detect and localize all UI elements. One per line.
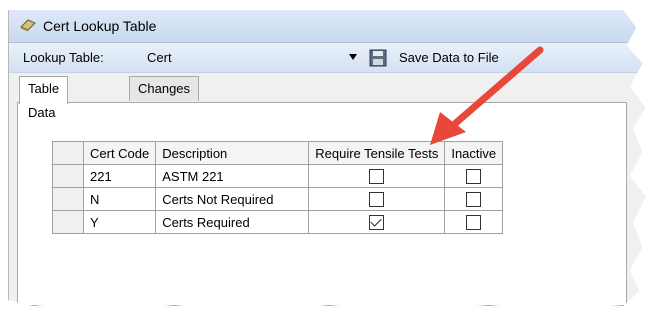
row-header[interactable] xyxy=(52,187,84,211)
require-tensile-checkbox[interactable] xyxy=(369,169,385,185)
row-header[interactable] xyxy=(52,210,84,234)
tab-changes[interactable]: Changes xyxy=(129,76,200,101)
require-tensile-cell[interactable] xyxy=(308,210,446,234)
grid-header-row: Cert Code Description Require Tensile Te… xyxy=(52,141,504,165)
table-data-panel: Cert Code Description Require Tensile Te… xyxy=(17,102,627,306)
require-tensile-cell[interactable] xyxy=(308,164,446,188)
table-row[interactable]: N Certs Not Required xyxy=(52,187,504,211)
title-bar: Cert Lookup Table xyxy=(9,10,646,43)
inactive-checkbox[interactable] xyxy=(466,192,482,208)
inactive-checkbox[interactable] xyxy=(466,215,482,231)
inactive-cell[interactable] xyxy=(444,210,504,234)
row-header-corner xyxy=(52,141,84,165)
require-tensile-cell[interactable] xyxy=(308,187,446,211)
tab-table-data[interactable]: Table Data xyxy=(19,76,69,120)
inactive-cell[interactable] xyxy=(444,187,504,211)
lookup-table-label: Lookup Table: xyxy=(23,50,104,65)
save-icon[interactable] xyxy=(369,49,387,67)
cert-code-cell[interactable]: N xyxy=(82,187,157,211)
save-data-button[interactable]: Save Data to File xyxy=(399,50,499,65)
cert-code-cell[interactable]: 221 xyxy=(82,164,157,188)
column-header-require-tensile-tests[interactable]: Require Tensile Tests xyxy=(308,141,446,165)
require-tensile-checkbox[interactable] xyxy=(369,215,385,231)
lookup-table-select[interactable]: Cert xyxy=(147,50,172,65)
row-header[interactable] xyxy=(52,164,84,188)
toolbar: Lookup Table: Cert Save Data to File xyxy=(9,44,646,73)
column-header-description[interactable]: Description xyxy=(155,141,310,165)
table-row[interactable]: 221 ASTM 221 xyxy=(52,164,504,188)
column-header-cert-code[interactable]: Cert Code xyxy=(82,141,157,165)
cert-grid: Cert Code Description Require Tensile Te… xyxy=(52,141,504,234)
description-cell[interactable]: Certs Required xyxy=(155,210,310,234)
description-cell[interactable]: ASTM 221 xyxy=(155,164,310,188)
inactive-checkbox[interactable] xyxy=(466,169,482,185)
column-header-inactive[interactable]: Inactive xyxy=(444,141,504,165)
require-tensile-checkbox[interactable] xyxy=(369,192,385,208)
eraser-icon xyxy=(20,19,36,32)
cert-lookup-window: Cert Lookup Table Lookup Table: Cert Sav… xyxy=(8,10,646,306)
chevron-down-icon[interactable] xyxy=(349,54,357,60)
inactive-cell[interactable] xyxy=(444,164,504,188)
cert-code-cell[interactable]: Y xyxy=(82,210,157,234)
window-title: Cert Lookup Table xyxy=(43,18,157,34)
description-cell[interactable]: Certs Not Required xyxy=(155,187,310,211)
table-row[interactable]: Y Certs Required xyxy=(52,210,504,234)
